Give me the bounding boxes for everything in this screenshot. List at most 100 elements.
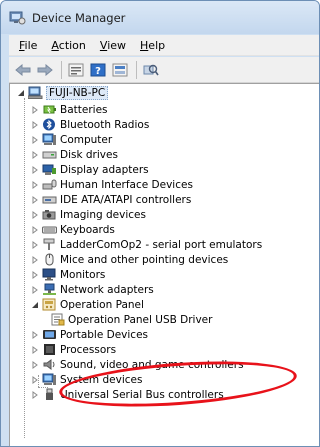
menu-action[interactable]: Action (45, 39, 93, 52)
menu-view[interactable]: View (94, 39, 134, 52)
root-label: FUJI-NB-PC (46, 85, 109, 100)
scan-hardware-icon[interactable] (141, 60, 161, 80)
tree-item-label: Mice and other pointing devices (60, 253, 229, 266)
port-icon (43, 238, 55, 250)
system-device-icon (42, 373, 56, 385)
collapsed-triangle-icon[interactable] (30, 135, 39, 144)
collapsed-triangle-icon[interactable] (30, 270, 39, 279)
tree-item-label: Processors (60, 343, 117, 356)
tree-item-label: Operation Panel USB Driver (68, 313, 213, 326)
menu-help[interactable]: Help (134, 39, 173, 52)
computer-icon (42, 133, 56, 145)
tree-item-network-adapters[interactable]: Network adapters (30, 282, 154, 297)
device-manager-window: Device Manager File Action View Help ? F… (0, 0, 320, 447)
collapsed-triangle-icon[interactable] (30, 360, 39, 369)
mouse-icon (45, 253, 54, 266)
tree-item-bluetooth-radios[interactable]: Bluetooth Radios (30, 117, 149, 132)
tree-item-human-interface-devices[interactable]: Human Interface Devices (30, 177, 193, 192)
tree-item-label: Keyboards (60, 223, 115, 236)
tree-root[interactable]: FUJI-NB-PC (16, 85, 109, 100)
collapsed-triangle-icon[interactable] (30, 210, 39, 219)
monitor-icon (42, 268, 56, 281)
tree-item-label: Batteries (60, 103, 108, 116)
collapsed-triangle-icon[interactable] (30, 150, 39, 159)
tree-item-label: Monitors (60, 268, 106, 281)
tree-item-label: LadderComOp2 - serial port emulators (60, 238, 263, 251)
hid-icon (42, 179, 57, 190)
sound-icon (43, 359, 55, 370)
title-bar[interactable]: Device Manager (1, 1, 319, 34)
processor-icon (44, 344, 55, 355)
collapsed-triangle-icon[interactable] (30, 225, 39, 234)
tree-item-operation-panel[interactable]: Operation Panel (30, 297, 144, 312)
toolbar-separator (136, 60, 137, 79)
back-arrow-icon[interactable] (13, 60, 33, 80)
collapsed-triangle-icon[interactable] (30, 330, 39, 339)
ide-controller-icon (42, 196, 57, 204)
operation-panel-icon (42, 298, 56, 311)
help-icon[interactable]: ? (88, 60, 108, 80)
menu-bar: File Action View Help (9, 35, 319, 56)
tree-connector (24, 98, 25, 438)
device-manager-icon (9, 11, 26, 25)
tree-item-system-devices[interactable]: System devices (30, 372, 142, 387)
disk-drive-icon (42, 151, 57, 159)
tree-item-label: Operation Panel (60, 298, 144, 311)
tree-item-label: Bluetooth Radios (60, 118, 150, 131)
computer-root-icon (28, 86, 43, 99)
collapsed-triangle-icon[interactable] (30, 375, 39, 384)
menu-file[interactable]: File (13, 39, 45, 52)
keyboard-icon (42, 226, 57, 234)
toolbar: ? (9, 57, 319, 83)
tree-item-label: IDE ATA/ATAPI controllers (60, 193, 192, 206)
update-icon[interactable] (110, 60, 130, 80)
tree-item-sound-video-game[interactable]: Sound, video and game controllers (30, 357, 244, 372)
tree-item-laddercomop2[interactable]: LadderComOp2 - serial port emulators (30, 237, 262, 252)
tree-item-label: Portable Devices (60, 328, 149, 341)
expanded-triangle-icon[interactable] (30, 300, 39, 309)
tree-item-computer[interactable]: Computer (30, 132, 112, 147)
collapsed-triangle-icon[interactable] (30, 390, 39, 399)
tree-item-display-adapters[interactable]: Display adapters (30, 162, 149, 177)
tree-item-label: Sound, video and game controllers (60, 358, 244, 371)
tree-item-label: Display adapters (60, 163, 149, 176)
collapsed-triangle-icon[interactable] (30, 240, 39, 249)
bluetooth-icon (43, 118, 55, 131)
device-tree[interactable]: FUJI-NB-PC Batteries Bluetooth Radios Co… (9, 83, 319, 446)
usb-controller-icon (46, 388, 53, 400)
tree-item-label: Network adapters (60, 283, 154, 296)
collapsed-triangle-icon[interactable] (30, 120, 39, 129)
collapsed-triangle-icon[interactable] (30, 180, 39, 189)
collapsed-triangle-icon[interactable] (30, 345, 39, 354)
properties-icon[interactable] (66, 60, 86, 80)
tree-item-operation-panel-usb-driver[interactable]: Operation Panel USB Driver (50, 312, 212, 327)
tree-item-monitors[interactable]: Monitors (30, 267, 105, 282)
window-title: Device Manager (32, 10, 126, 25)
display-adapter-icon (42, 164, 56, 175)
expanded-triangle-icon[interactable] (16, 88, 25, 97)
tree-item-imaging-devices[interactable]: Imaging devices (30, 207, 146, 222)
tree-item-label: Computer (60, 133, 113, 146)
tree-item-disk-drives[interactable]: Disk drives (30, 147, 118, 162)
tree-item-ide-ata-atapi-controllers[interactable]: IDE ATA/ATAPI controllers (30, 192, 191, 207)
svg-text:?: ? (95, 66, 101, 77)
tree-item-mice[interactable]: Mice and other pointing devices (30, 252, 228, 267)
tree-item-usb-controllers[interactable]: Universal Serial Bus controllers (30, 387, 224, 402)
tree-item-label: System devices (60, 373, 143, 386)
collapsed-triangle-icon[interactable] (30, 195, 39, 204)
portable-device-icon (43, 330, 56, 339)
collapsed-triangle-icon[interactable] (30, 105, 39, 114)
tree-item-batteries[interactable]: Batteries (30, 102, 108, 117)
tree-item-label: Disk drives (60, 148, 118, 161)
usb-driver-icon (51, 313, 65, 326)
collapsed-triangle-icon[interactable] (30, 255, 39, 264)
network-adapter-icon (43, 283, 56, 295)
collapsed-triangle-icon[interactable] (30, 285, 39, 294)
forward-arrow-icon[interactable] (35, 60, 55, 80)
tree-item-portable-devices[interactable]: Portable Devices (30, 327, 148, 342)
tree-item-keyboards[interactable]: Keyboards (30, 222, 115, 237)
tree-item-label: Human Interface Devices (60, 178, 193, 191)
tree-item-processors[interactable]: Processors (30, 342, 116, 357)
battery-icon (43, 105, 56, 114)
collapsed-triangle-icon[interactable] (30, 165, 39, 174)
